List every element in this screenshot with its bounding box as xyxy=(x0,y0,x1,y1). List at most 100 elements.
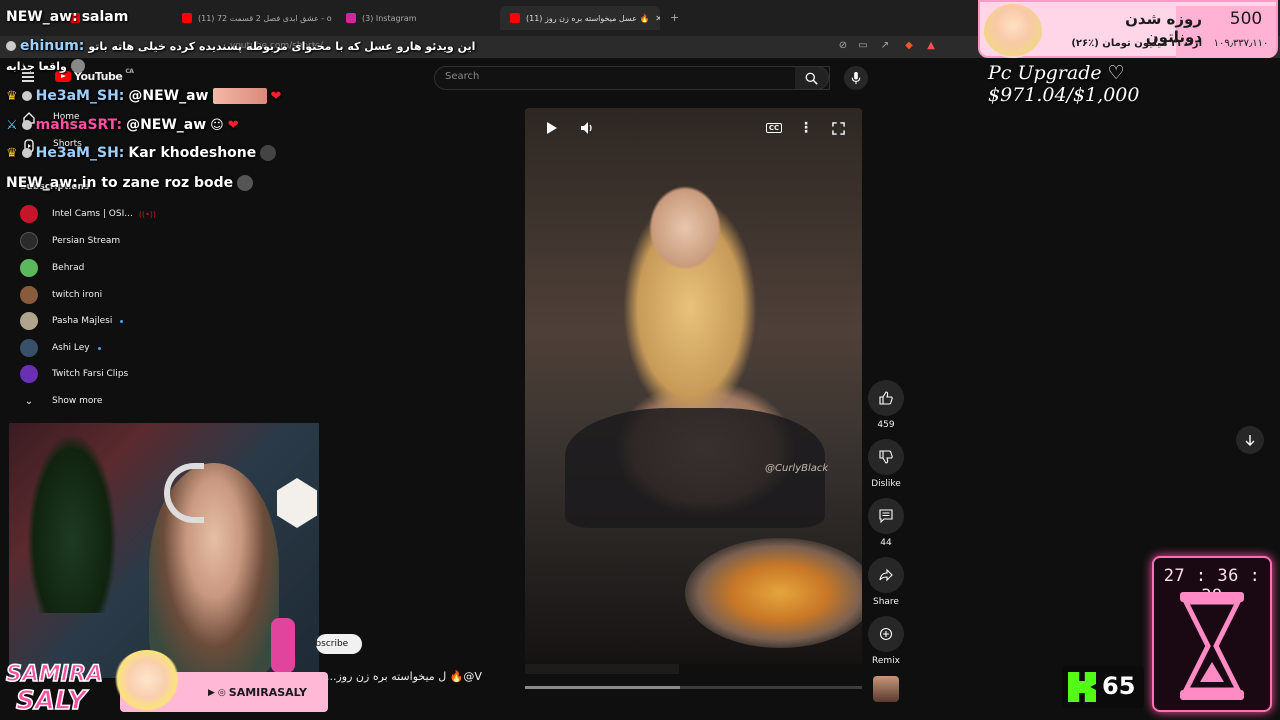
chat-text: @NEW_aw xyxy=(128,88,209,104)
avatar xyxy=(20,259,38,277)
video-bottom-strip xyxy=(525,664,679,674)
like-count: 459 xyxy=(877,420,895,430)
avatar xyxy=(20,312,38,330)
share-icon xyxy=(868,557,904,593)
captions-button[interactable]: CC xyxy=(762,116,786,140)
sidebar-item-subscription[interactable]: Twitch Farsi Clips xyxy=(20,362,280,386)
avatar xyxy=(20,232,38,250)
emote-icon xyxy=(212,88,267,104)
dislike-label: Dislike xyxy=(871,479,901,489)
dislike-button[interactable]: Dislike xyxy=(866,439,906,489)
comment-icon xyxy=(868,498,904,534)
user-badge-icon xyxy=(6,41,16,51)
rewards-icon[interactable]: ▲ xyxy=(925,40,937,52)
thumbs-down-icon xyxy=(868,439,904,475)
sidebar-item-subscription[interactable]: Intel Cams | OSI... ((•)) xyxy=(20,202,280,226)
microphone-icon xyxy=(851,71,861,84)
browser-tab[interactable]: (3) Instagram xyxy=(336,6,496,30)
share-button[interactable]: Share xyxy=(866,557,906,607)
chat-username: mahsaSRT: xyxy=(35,117,123,133)
browser-tab[interactable]: (11) عشق ابدی فصل 2 قسمت 72 - oe xyxy=(172,6,332,30)
sidebar-item-subscription[interactable]: Behrad xyxy=(20,256,280,280)
subscription-name: Intel Cams | OSI... xyxy=(52,209,133,219)
cast-icon[interactable]: ▭ xyxy=(857,40,869,52)
remix-label: Remix xyxy=(872,656,900,666)
emote-icon xyxy=(70,59,85,73)
stream-timer: 27 : 36 : 39 xyxy=(1152,556,1272,712)
sidebar-item-subscription[interactable]: Pasha Majlesi xyxy=(20,309,280,333)
search-button[interactable] xyxy=(795,66,829,90)
new-content-dot xyxy=(120,319,124,323)
new-tab-button[interactable]: + xyxy=(670,11,679,24)
tab-label: (11) عشق ابدی فصل 2 قسمت 72 - oe xyxy=(198,13,332,23)
more-options-icon[interactable]: ⋮ xyxy=(794,116,818,140)
shorts-video-player[interactable]: @CurlyBlack CC ⋮ xyxy=(525,108,862,664)
cartoon-avatar xyxy=(112,650,182,720)
crown-icon: ♛ xyxy=(6,88,18,104)
remix-button[interactable]: Remix xyxy=(866,616,906,666)
volume-button[interactable] xyxy=(575,116,599,140)
sound-thumbnail[interactable] xyxy=(873,676,899,702)
subscription-name: Pasha Majlesi xyxy=(52,316,113,326)
search-input[interactable] xyxy=(434,66,830,90)
next-video-button[interactable] xyxy=(1236,426,1264,454)
avatar xyxy=(20,339,38,357)
share-page-icon[interactable]: ↗ xyxy=(879,40,891,52)
avatar xyxy=(20,286,38,304)
browser-tab-active[interactable]: (11) عسل میخواسته بره زن روز 🔥 ✕ xyxy=(500,6,660,30)
sidebar-item-subscription[interactable]: Ashi Ley xyxy=(20,336,280,360)
youtube-icon: ▶ xyxy=(208,687,215,698)
youtube-icon xyxy=(182,13,192,23)
streamer-banner: SAMIRA SALY ▶ ◎ SAMIRASALY xyxy=(0,650,330,720)
pc-upgrade-goal: Pc Upgrade ♡ $971.04/$1,000 xyxy=(988,62,1140,106)
sidebar-item-subscription[interactable]: twitch ironi xyxy=(20,283,280,307)
donation-goal-widget: روزه شدن دوناتون 500 از ۴۲۰ میلیون تومان… xyxy=(978,0,1278,58)
share-label: Share xyxy=(873,597,899,607)
like-button[interactable]: 459 xyxy=(866,380,906,430)
volume-icon xyxy=(581,122,592,134)
play-button[interactable] xyxy=(539,116,563,140)
chat-message: ehinum: این ویدئو هارو عسل که با محتوای … xyxy=(6,38,475,54)
viewer-count: 65 xyxy=(1102,672,1136,700)
chat-message: NEW_aw: in to zane roz bode xyxy=(6,175,254,191)
brave-shield-icon[interactable]: ◆ xyxy=(903,40,915,52)
kick-icon xyxy=(1068,672,1096,702)
menu-icon[interactable] xyxy=(22,72,34,82)
progress-bar[interactable] xyxy=(525,686,862,689)
live-icon: ((•)) xyxy=(138,209,157,219)
donation-progress-text: از ۴۲۰ میلیون تومان (٪۲۶) xyxy=(1071,38,1202,49)
progress-bar-fill xyxy=(525,686,681,689)
tab-label: (3) Instagram xyxy=(362,13,417,23)
subscription-name: Behrad xyxy=(52,263,85,273)
fullscreen-button[interactable] xyxy=(826,116,850,140)
cartoon-avatar xyxy=(984,4,1042,58)
comments-button[interactable]: 44 xyxy=(866,498,906,548)
reader-off-icon[interactable]: ⊘ xyxy=(837,40,849,52)
close-tab-icon[interactable]: ✕ xyxy=(655,14,660,23)
subscribe-button[interactable]: Subscribe xyxy=(316,634,362,654)
avatar xyxy=(20,205,38,223)
social-handle: ▶ ◎ SAMIRASALY xyxy=(208,686,307,699)
video-title[interactable]: ...ل میخواسته بره زن روز 🔥@V xyxy=(326,670,482,683)
chat-username: ehinum: xyxy=(20,38,85,54)
fullscreen-icon xyxy=(831,121,845,135)
chat-text: in to zane roz bode xyxy=(81,175,234,191)
emote-icon xyxy=(237,175,254,191)
chat-message: ♛ He3aM_SH: @NEW_aw ❤ xyxy=(6,88,281,104)
user-badge-icon xyxy=(21,91,32,101)
subscription-name: Twitch Farsi Clips xyxy=(52,369,129,379)
chat-message: ⚔ mahsaSRT: @NEW_aw ☺ ❤ xyxy=(6,117,239,133)
hexagon-light xyxy=(277,478,317,528)
show-more-button[interactable]: ⌄ Show more xyxy=(20,389,280,413)
voice-search-button[interactable] xyxy=(844,66,868,90)
chevron-down-icon: ⌄ xyxy=(24,395,34,407)
heart-icon: ❤ xyxy=(270,88,282,104)
sidebar-item-subscription[interactable]: Persian Stream xyxy=(20,229,280,253)
country-code: CA xyxy=(125,68,134,75)
search-icon xyxy=(805,72,818,85)
new-content-dot xyxy=(97,346,101,350)
subscription-name: twitch ironi xyxy=(52,290,103,300)
play-icon xyxy=(547,122,557,134)
comments-count: 44 xyxy=(880,538,892,548)
crown-icon: ♛ xyxy=(6,145,18,161)
